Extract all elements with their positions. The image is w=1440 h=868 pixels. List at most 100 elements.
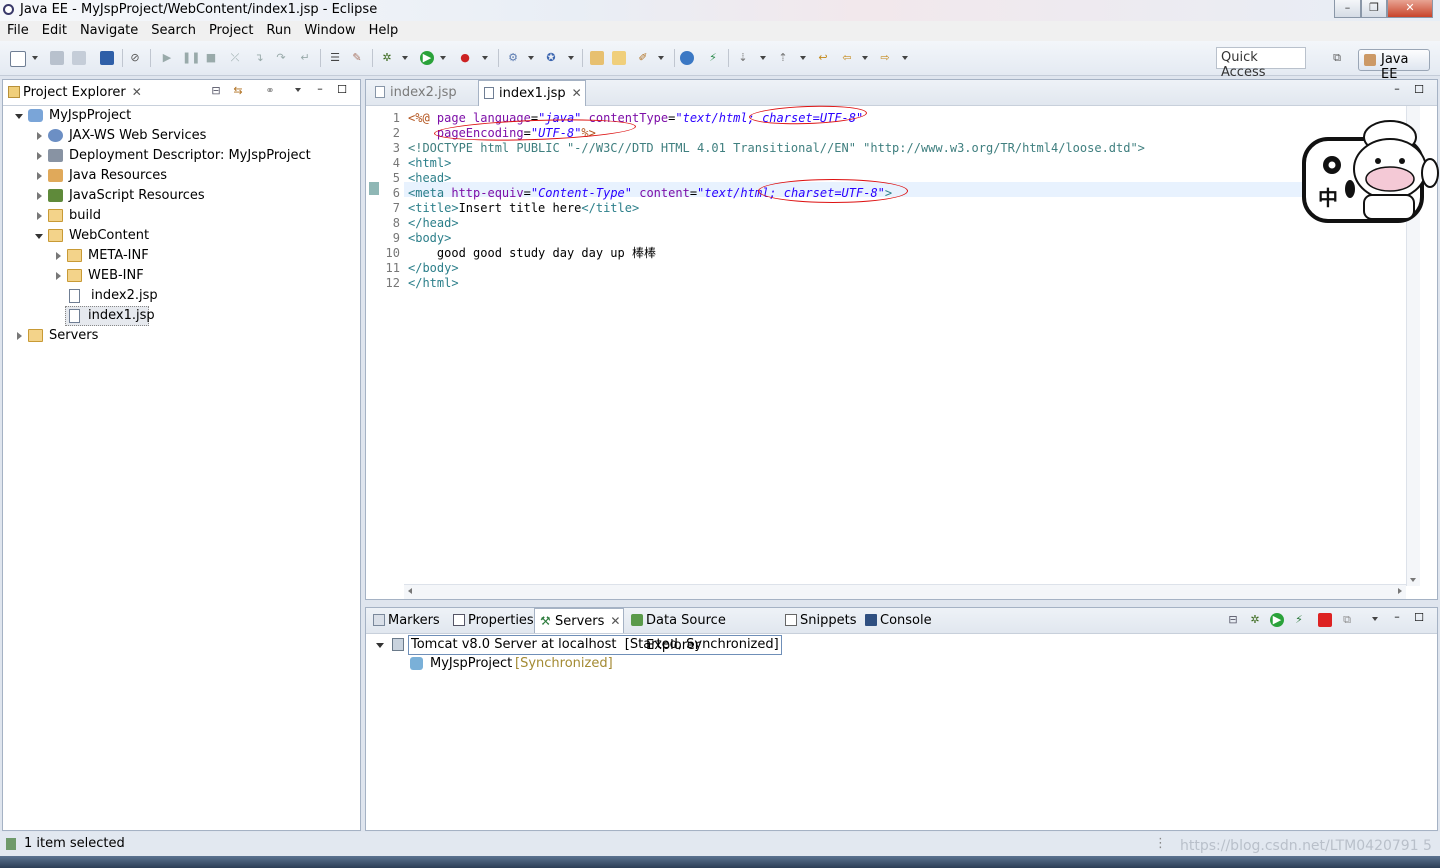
java-ee-perspective-button[interactable]: Java EE bbox=[1358, 49, 1430, 82]
tab-index2-jsp[interactable]: index2.jsp bbox=[370, 80, 476, 105]
code-line[interactable]: 9 <body> bbox=[380, 231, 1390, 246]
collapsed-arrow-icon[interactable] bbox=[37, 132, 42, 140]
tab-index1-jsp[interactable]: index1.jsp ✕ bbox=[478, 80, 586, 106]
menu-navigate[interactable]: Navigate bbox=[73, 21, 144, 38]
scroll-right-icon[interactable] bbox=[1398, 588, 1402, 594]
last-edit-location-icon[interactable]: ↩ bbox=[816, 51, 830, 65]
maximize-view-icon[interactable]: ☐ bbox=[335, 83, 349, 97]
collapsed-arrow-icon[interactable] bbox=[56, 252, 61, 260]
back-dropdown-icon[interactable] bbox=[862, 56, 868, 60]
ime-mascot-widget[interactable]: 中 bbox=[1302, 117, 1440, 225]
step-over-icon[interactable]: ↷ bbox=[274, 51, 288, 65]
forward-arrow-icon[interactable]: ⇨ bbox=[878, 51, 892, 65]
view-menu-icon[interactable] bbox=[1372, 617, 1378, 621]
code-editor[interactable]: 1 <%@ page language="java" contentType="t… bbox=[380, 111, 1425, 579]
toggle-block-icon[interactable]: ☰ bbox=[328, 51, 342, 65]
tab-console[interactable]: Console bbox=[860, 608, 940, 633]
menu-window[interactable]: Window bbox=[297, 21, 361, 38]
code-line[interactable]: 10 good good study day day up 棒棒 bbox=[380, 246, 1390, 261]
external-launch-icon[interactable]: ⚡ bbox=[706, 51, 720, 65]
debug-dropdown-icon[interactable] bbox=[402, 56, 408, 60]
menu-run[interactable]: Run bbox=[259, 21, 297, 38]
collapse-all-icon[interactable]: ⊟ bbox=[209, 84, 223, 98]
new-dropdown-icon[interactable] bbox=[32, 56, 38, 60]
browser-globe-icon[interactable] bbox=[680, 51, 694, 65]
save-all-icon[interactable] bbox=[72, 51, 86, 65]
menu-help[interactable]: Help bbox=[362, 21, 405, 38]
resume-icon[interactable]: ▶ bbox=[160, 51, 174, 65]
quick-access-input[interactable]: Quick Access bbox=[1216, 47, 1306, 80]
open-task-icon[interactable] bbox=[612, 51, 626, 65]
new-web-service-dropdown-icon[interactable] bbox=[568, 56, 574, 60]
new-web-service-icon[interactable]: ✪ bbox=[544, 51, 558, 65]
minimize-editor-icon[interactable]: – bbox=[1390, 82, 1404, 96]
next-annotation-icon[interactable]: ⇣ bbox=[736, 51, 750, 65]
tab-snippets[interactable]: Snippets bbox=[780, 608, 860, 633]
forward-dropdown-icon[interactable] bbox=[902, 56, 908, 60]
collapsed-arrow-icon[interactable] bbox=[37, 192, 42, 200]
maximize-view-icon[interactable]: ☐ bbox=[1412, 611, 1426, 625]
view-menu-icon[interactable] bbox=[295, 88, 301, 92]
code-line[interactable]: 3 <!DOCTYPE html PUBLIC "-//W3C//DTD HTML… bbox=[380, 141, 1390, 156]
run-icon[interactable]: ▶ bbox=[420, 51, 434, 65]
tab-markers[interactable]: Markers bbox=[368, 608, 448, 633]
horizontal-scrollbar[interactable] bbox=[404, 584, 1406, 599]
start-server-icon[interactable]: ▶ bbox=[1270, 613, 1284, 627]
tab-properties[interactable]: Properties bbox=[448, 608, 534, 633]
publish-icon[interactable]: ⧉ bbox=[1340, 613, 1354, 627]
tree-item-index1-jsp[interactable]: index1.jsp bbox=[65, 306, 155, 326]
menu-project[interactable]: Project bbox=[202, 21, 259, 38]
close-icon[interactable]: ✕ bbox=[572, 86, 582, 100]
external-tools-dropdown-icon[interactable] bbox=[482, 56, 488, 60]
disconnect-icon[interactable]: ⤫ bbox=[228, 51, 242, 65]
open-perspective-icon[interactable]: ⧉ bbox=[1330, 51, 1344, 65]
debug-server-icon[interactable]: ✲ bbox=[1248, 613, 1262, 627]
expanded-arrow-icon[interactable] bbox=[376, 643, 384, 648]
expanded-arrow-icon[interactable] bbox=[15, 114, 23, 119]
minimize-button[interactable]: – bbox=[1334, 0, 1361, 18]
back-arrow-icon[interactable]: ⇦ bbox=[840, 51, 854, 65]
minimize-view-icon[interactable]: – bbox=[313, 82, 327, 96]
code-line[interactable]: 4 <html> bbox=[380, 156, 1390, 171]
code-line[interactable]: 7 <title>Insert title here</title> bbox=[380, 201, 1390, 216]
search-icon[interactable]: ✐ bbox=[636, 51, 650, 65]
menu-file[interactable]: File bbox=[0, 21, 35, 38]
scroll-down-icon[interactable] bbox=[1410, 578, 1416, 582]
tab-data-source-explorer[interactable]: Data Source Explorer bbox=[626, 608, 778, 653]
close-icon[interactable]: ✕ bbox=[132, 85, 142, 99]
code-line[interactable]: 11 </body> bbox=[380, 261, 1390, 276]
tab-project-explorer[interactable]: Project Explorer ✕ bbox=[3, 80, 149, 105]
step-return-icon[interactable]: ↵ bbox=[298, 51, 312, 65]
terminate-icon[interactable]: ■ bbox=[204, 51, 218, 65]
collapsed-arrow-icon[interactable] bbox=[56, 272, 61, 280]
previous-annotation-icon[interactable]: ⇡ bbox=[776, 51, 790, 65]
close-icon[interactable]: ✕ bbox=[610, 614, 620, 628]
stop-server-icon[interactable] bbox=[1318, 613, 1332, 627]
new-file-icon[interactable] bbox=[10, 51, 26, 67]
scroll-left-icon[interactable] bbox=[408, 588, 412, 594]
menu-edit[interactable]: Edit bbox=[35, 21, 73, 38]
maximize-editor-icon[interactable]: ☐ bbox=[1412, 83, 1426, 97]
collapsed-arrow-icon[interactable] bbox=[17, 332, 22, 340]
new-server-icon[interactable]: ⚙ bbox=[506, 51, 520, 65]
collapsed-arrow-icon[interactable] bbox=[37, 212, 42, 220]
tab-servers[interactable]: ⚒ Servers ✕ bbox=[534, 608, 624, 633]
collapse-all-icon[interactable]: ⊟ bbox=[1226, 613, 1240, 627]
collapsed-arrow-icon[interactable] bbox=[37, 172, 42, 180]
open-type-icon[interactable] bbox=[590, 51, 604, 65]
mark-occurrences-icon[interactable]: ✎ bbox=[350, 51, 364, 65]
save-icon[interactable] bbox=[50, 51, 64, 65]
collapsed-arrow-icon[interactable] bbox=[37, 152, 42, 160]
maximize-button[interactable]: ❐ bbox=[1361, 0, 1387, 18]
close-window-button[interactable]: ✕ bbox=[1387, 0, 1433, 18]
expanded-arrow-icon[interactable] bbox=[35, 234, 43, 239]
link-with-editor-icon[interactable]: ⇆ bbox=[231, 84, 245, 98]
debug-icon[interactable]: ✲ bbox=[380, 51, 394, 65]
suspend-icon[interactable]: ❚❚ bbox=[182, 51, 200, 65]
external-tools-icon[interactable]: ● bbox=[458, 51, 472, 65]
next-annotation-dropdown-icon[interactable] bbox=[760, 56, 766, 60]
menu-search[interactable]: Search bbox=[144, 21, 202, 38]
previous-annotation-dropdown-icon[interactable] bbox=[800, 56, 806, 60]
terminal-icon[interactable] bbox=[100, 51, 114, 65]
skip-breakpoints-icon[interactable]: ⊘ bbox=[128, 51, 142, 65]
